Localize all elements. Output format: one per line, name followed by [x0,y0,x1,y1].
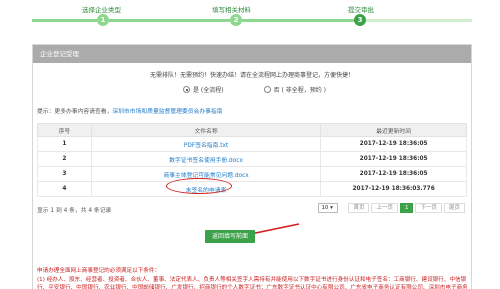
row-time: 2017-12-19 18:36:05 [320,151,467,167]
row-time: 2017-12-19 18:36:05 [320,166,467,182]
step-3-circle: 3 [354,14,366,26]
radio-full-dot[interactable] [183,86,190,93]
guide-link[interactable]: 深圳市市场和质量监督管理委员会办事指南 [112,109,222,115]
row-time: 2017-12-19 18:36:05 [320,136,467,152]
header-seq: 序号 [37,123,92,137]
step-3-bar-right [366,19,472,22]
step-2-circle: 2 [230,14,242,26]
back-button[interactable]: 返回填写前面 [205,230,255,243]
pagination: 10 ▾ 首页 上一页 1 下一页 尾页 [318,203,465,213]
requirements-line-1: (1) 经办人、股东、经营者、投资者、合伙人、董事、法定代表人、负责人等相关签字… [37,276,468,289]
table-row: 2 数字证书签名使用手册.docx 2017-12-19 18:36:05 [37,151,467,167]
row-time: 2017-12-19 18:36:03.776 [320,181,467,197]
file-link[interactable]: 数字证书签名使用手册.docx [90,151,322,167]
radio-half-dot[interactable] [263,86,271,93]
radio-half-process[interactable]: 否 ( 非全程，预约 ) [263,85,326,94]
header-filename: 文件名称 [90,123,322,137]
step-1-bar-left [32,19,97,22]
file-table: 序号 文件名称 最近更新时间 1 PDF签名指南.txt 2017-12-19 … [37,123,467,197]
panel-title: 企业登记受理 [33,45,471,63]
page-size-select[interactable]: 10 ▾ [318,203,339,213]
radio-half-label: 否 ( 非全程，预约 ) [273,87,326,94]
step-1-label: 选择企业类型 [82,6,121,14]
progress-steps: 选择企业类型 填写相关材料 提交审批 1 2 3 [0,0,500,36]
table-row: 1 PDF签名指南.txt 2017-12-19 18:36:05 [37,136,467,152]
step-3-label: 提交审批 [348,6,374,14]
page-next-button[interactable]: 下一页 [415,203,442,213]
radio-full-label: 是 (全流程) [193,87,224,94]
table-info: 显示 1 到 4 条，共 4 条记录 [37,208,112,214]
tip-line: 提示：更多办事内容请查看，深圳市市场和质量监督管理委员会办事指南 [37,106,223,115]
requirements-block: 申请办理全面网上商事登记的必须满足以下条件： (1) 经办人、股东、经营者、投资… [37,267,469,289]
notice-text: 无需排队！无需预约！快速办结！请在全流程网上办理商事登记，方便快捷！ [149,72,354,79]
registration-panel: 企业登记受理 无需排队！无需预约！快速办结！请在全流程网上办理商事登记，方便快捷… [32,44,472,289]
page-last-button[interactable]: 尾页 [443,203,465,213]
row-seq: 4 [37,181,92,197]
row-seq: 1 [37,136,92,152]
requirements-title: 申请办理全面网上商事登记的必须满足以下条件： [37,268,161,274]
table-header-row: 序号 文件名称 最近更新时间 [37,123,467,137]
row-seq: 3 [37,166,92,182]
page-prev-button[interactable]: 上一页 [371,203,398,213]
radio-full-process[interactable]: 是 (全流程) [183,85,224,94]
table-row: 4 未签名的申请表 2017-12-19 18:36:03.776 [37,177,467,197]
table-row: 3 商事主体登记可能常见问题.docx 2017-12-19 18:36:05 [37,166,467,182]
step-1-bar-right [109,19,230,22]
mode-radio-group: 是 (全流程) 否 ( 非全程，预约 ) [183,85,326,94]
file-link[interactable]: PDF签名指南.txt [90,136,322,152]
step-1-circle: 1 [97,14,109,26]
step-2-bar-right [242,19,354,22]
header-updated: 最近更新时间 [320,123,467,137]
step-2-label: 填写相关材料 [212,6,251,14]
file-link-unsigned[interactable]: 未签名的申请表 [90,177,322,197]
red-highlight-oval [165,177,232,194]
highlighted-file[interactable]: 未签名的申请表 [165,177,232,194]
page-first-button[interactable]: 首页 [348,203,370,213]
page-current-button[interactable]: 1 [399,203,414,213]
tip-prefix: 提示：更多办事内容请查看， [37,109,113,115]
row-seq: 2 [37,151,92,167]
